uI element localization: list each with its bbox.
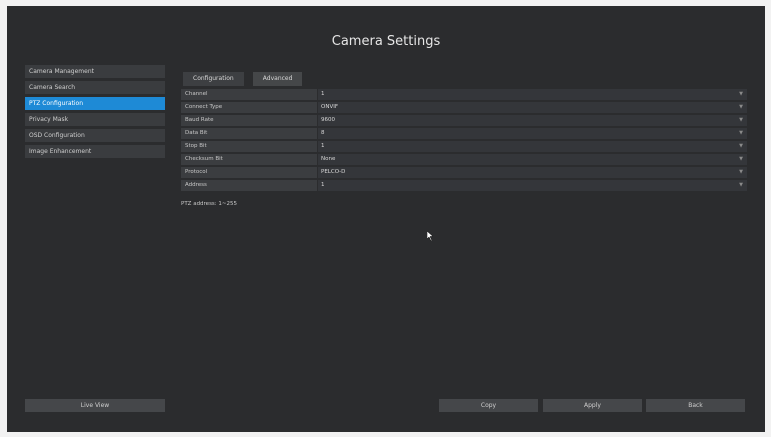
tab-bar: Configuration Advanced bbox=[183, 65, 306, 86]
tab-configuration[interactable]: Configuration bbox=[183, 72, 244, 86]
chevron-down-icon: ▼ bbox=[739, 182, 743, 188]
address-label: Address bbox=[181, 180, 317, 191]
address-select[interactable]: 1 ▼ bbox=[318, 180, 747, 191]
chevron-down-icon: ▼ bbox=[739, 169, 743, 175]
protocol-label: Protocol bbox=[181, 167, 317, 178]
form-row-checksum-bit: Checksum Bit None ▼ bbox=[181, 154, 747, 165]
camera-settings-window: Camera Settings Camera Management Camera… bbox=[7, 6, 765, 432]
data-bit-select[interactable]: 8 ▼ bbox=[318, 128, 747, 139]
chevron-down-icon: ▼ bbox=[739, 143, 743, 149]
tab-advanced[interactable]: Advanced bbox=[252, 72, 303, 86]
chevron-down-icon: ▼ bbox=[739, 130, 743, 136]
checksum-bit-value: None bbox=[321, 156, 336, 162]
channel-select[interactable]: 1 ▼ bbox=[318, 89, 747, 100]
ptz-address-hint: PTZ address: 1~255 bbox=[181, 201, 238, 207]
form-row-address: Address 1 ▼ bbox=[181, 180, 747, 191]
stop-bit-select[interactable]: 1 ▼ bbox=[318, 141, 747, 152]
copy-button[interactable]: Copy bbox=[439, 399, 538, 412]
stop-bit-label: Stop Bit bbox=[181, 141, 317, 152]
stop-bit-value: 1 bbox=[321, 143, 325, 149]
form-row-connect-type: Connect Type ONVIF ▼ bbox=[181, 102, 747, 113]
connect-type-label: Connect Type bbox=[181, 102, 317, 113]
data-bit-value: 8 bbox=[321, 130, 325, 136]
channel-label: Channel bbox=[181, 89, 317, 100]
sidebar-item-camera-management[interactable]: Camera Management bbox=[25, 65, 165, 78]
mouse-cursor-icon bbox=[427, 231, 434, 241]
protocol-select[interactable]: PELCO-D ▼ bbox=[318, 167, 747, 178]
form-row-stop-bit: Stop Bit 1 ▼ bbox=[181, 141, 747, 152]
sidebar-item-ptz-configuration[interactable]: PTZ Configuration bbox=[25, 97, 165, 110]
baud-rate-value: 9600 bbox=[321, 117, 335, 123]
channel-value: 1 bbox=[321, 91, 325, 97]
sidebar: Camera Management Camera Search PTZ Conf… bbox=[25, 65, 165, 161]
sidebar-item-camera-search[interactable]: Camera Search bbox=[25, 81, 165, 94]
sidebar-item-image-enhancement[interactable]: Image Enhancement bbox=[25, 145, 165, 158]
baud-rate-label: Baud Rate bbox=[181, 115, 317, 126]
connect-type-select[interactable]: ONVIF ▼ bbox=[318, 102, 747, 113]
ptz-form: Channel 1 ▼ Connect Type ONVIF ▼ Baud Rate… bbox=[181, 89, 747, 193]
baud-rate-select[interactable]: 9600 ▼ bbox=[318, 115, 747, 126]
form-row-channel: Channel 1 ▼ bbox=[181, 89, 747, 100]
checksum-bit-select[interactable]: None ▼ bbox=[318, 154, 747, 165]
form-row-protocol: Protocol PELCO-D ▼ bbox=[181, 167, 747, 178]
connect-type-value: ONVIF bbox=[321, 104, 338, 110]
sidebar-item-osd-configuration[interactable]: OSD Configuration bbox=[25, 129, 165, 142]
live-view-button[interactable]: Live View bbox=[25, 399, 165, 412]
apply-button[interactable]: Apply bbox=[543, 399, 642, 412]
sidebar-item-privacy-mask[interactable]: Privacy Mask bbox=[25, 113, 165, 126]
chevron-down-icon: ▼ bbox=[739, 156, 743, 162]
back-button[interactable]: Back bbox=[646, 399, 745, 412]
chevron-down-icon: ▼ bbox=[739, 117, 743, 123]
form-row-baud-rate: Baud Rate 9600 ▼ bbox=[181, 115, 747, 126]
chevron-down-icon: ▼ bbox=[739, 104, 743, 110]
data-bit-label: Data Bit bbox=[181, 128, 317, 139]
chevron-down-icon: ▼ bbox=[739, 91, 743, 97]
page-title: Camera Settings bbox=[331, 34, 441, 49]
protocol-value: PELCO-D bbox=[321, 169, 346, 175]
checksum-bit-label: Checksum Bit bbox=[181, 154, 317, 165]
address-value: 1 bbox=[321, 182, 325, 188]
form-row-data-bit: Data Bit 8 ▼ bbox=[181, 128, 747, 139]
